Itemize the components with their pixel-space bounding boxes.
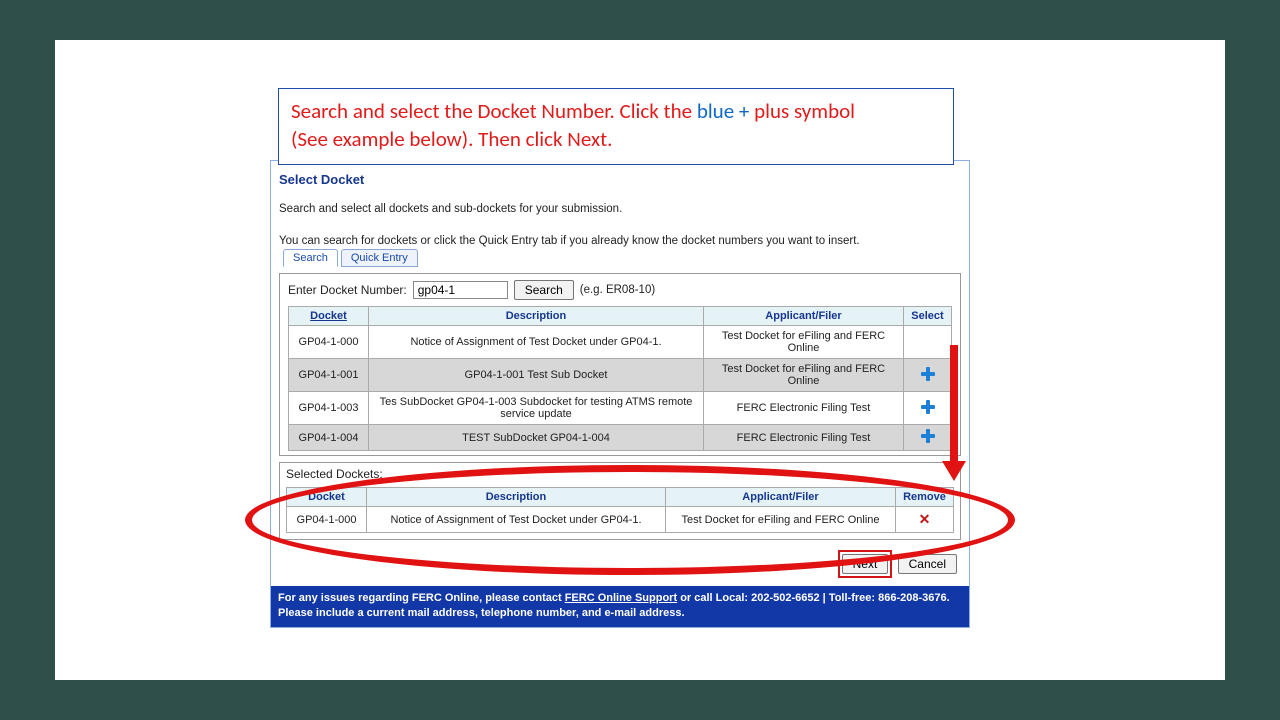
selected-title: Selected Dockets: [280, 463, 960, 487]
search-section: Enter Docket Number: Search (e.g. ER08-1… [279, 273, 961, 456]
sel-col-docket: Docket [287, 488, 367, 507]
panel-title: Select Docket [279, 172, 961, 187]
cell-description: Notice of Assignment of Test Docket unde… [367, 507, 666, 533]
search-hint: (e.g. ER08-10) [580, 284, 655, 296]
col-docket[interactable]: Docket [310, 310, 347, 322]
cell-applicant: Test Docket for eFiling and FERC Online [704, 359, 904, 392]
instruction-blue: blue + [697, 98, 754, 124]
docket-input[interactable] [413, 281, 508, 299]
cell-applicant: FERC Electronic Filing Test [704, 425, 904, 451]
cell-docket: GP04-1-004 [289, 425, 369, 451]
instruction-text-2: (See example below). Then click Next. [291, 126, 612, 152]
selected-section: Selected Dockets: Docket Description App… [279, 462, 961, 540]
select-docket-panel: Select Docket Search and select all dock… [270, 160, 970, 628]
footer-bar: For any issues regarding FERC Online, pl… [271, 586, 969, 627]
table-row: GP04-1-004TEST SubDocket GP04-1-004FERC … [289, 425, 952, 451]
results-table: Docket Description Applicant/Filer Selec… [288, 306, 952, 451]
col-description: Description [369, 307, 704, 326]
table-row: GP04-1-003Tes SubDocket GP04-1-003 Subdo… [289, 392, 952, 425]
cell-description: GP04-1-001 Test Sub Docket [369, 359, 704, 392]
selected-table: Docket Description Applicant/Filer Remov… [286, 487, 954, 533]
cell-applicant: Test Docket for eFiling and FERC Online [704, 326, 904, 359]
cell-docket: GP04-1-001 [289, 359, 369, 392]
search-button[interactable]: Search [514, 280, 574, 300]
table-row: GP04-1-001GP04-1-001 Test Sub DocketTest… [289, 359, 952, 392]
docket-input-label: Enter Docket Number: [288, 283, 407, 297]
cell-applicant: Test Docket for eFiling and FERC Online [666, 507, 896, 533]
plus-icon[interactable] [921, 429, 935, 443]
next-button[interactable]: Next [842, 554, 889, 574]
col-applicant: Applicant/Filer [704, 307, 904, 326]
panel-subtext: You can search for dockets or click the … [279, 235, 961, 247]
tab-bar: Search Quick Entry [283, 249, 961, 267]
cell-docket: GP04-1-000 [289, 326, 369, 359]
col-select: Select [904, 307, 952, 326]
panel-intro: Search and select all dockets and sub-do… [279, 203, 961, 215]
table-row: GP04-1-000Notice of Assignment of Test D… [289, 326, 952, 359]
tab-search[interactable]: Search [283, 249, 338, 267]
footer-support-link[interactable]: FERC Online Support [565, 592, 677, 604]
cell-applicant: FERC Electronic Filing Test [704, 392, 904, 425]
instruction-text-1: Search and select the Docket Number. Cli… [291, 98, 697, 124]
table-row: GP04-1-000Notice of Assignment of Test D… [287, 507, 954, 533]
sel-col-description: Description [367, 488, 666, 507]
sel-col-applicant: Applicant/Filer [666, 488, 896, 507]
action-row: Next Cancel [279, 544, 961, 586]
cell-description: Notice of Assignment of Test Docket unde… [369, 326, 704, 359]
cell-docket: GP04-1-003 [289, 392, 369, 425]
cell-description: Tes SubDocket GP04-1-003 Subdocket for t… [369, 392, 704, 425]
instruction-callout: Search and select the Docket Number. Cli… [278, 88, 954, 165]
cancel-button[interactable]: Cancel [898, 554, 957, 574]
next-highlight: Next [838, 550, 893, 578]
plus-icon[interactable] [921, 400, 935, 414]
footer-pre: For any issues regarding FERC Online, pl… [278, 592, 565, 604]
instruction-text-1b: plus symbol [754, 98, 855, 124]
plus-icon[interactable] [921, 367, 935, 381]
tab-quick-entry[interactable]: Quick Entry [341, 249, 418, 267]
cell-description: TEST SubDocket GP04-1-004 [369, 425, 704, 451]
sel-col-remove: Remove [896, 488, 954, 507]
remove-icon[interactable]: ✕ [919, 511, 931, 527]
cell-docket: GP04-1-000 [287, 507, 367, 533]
